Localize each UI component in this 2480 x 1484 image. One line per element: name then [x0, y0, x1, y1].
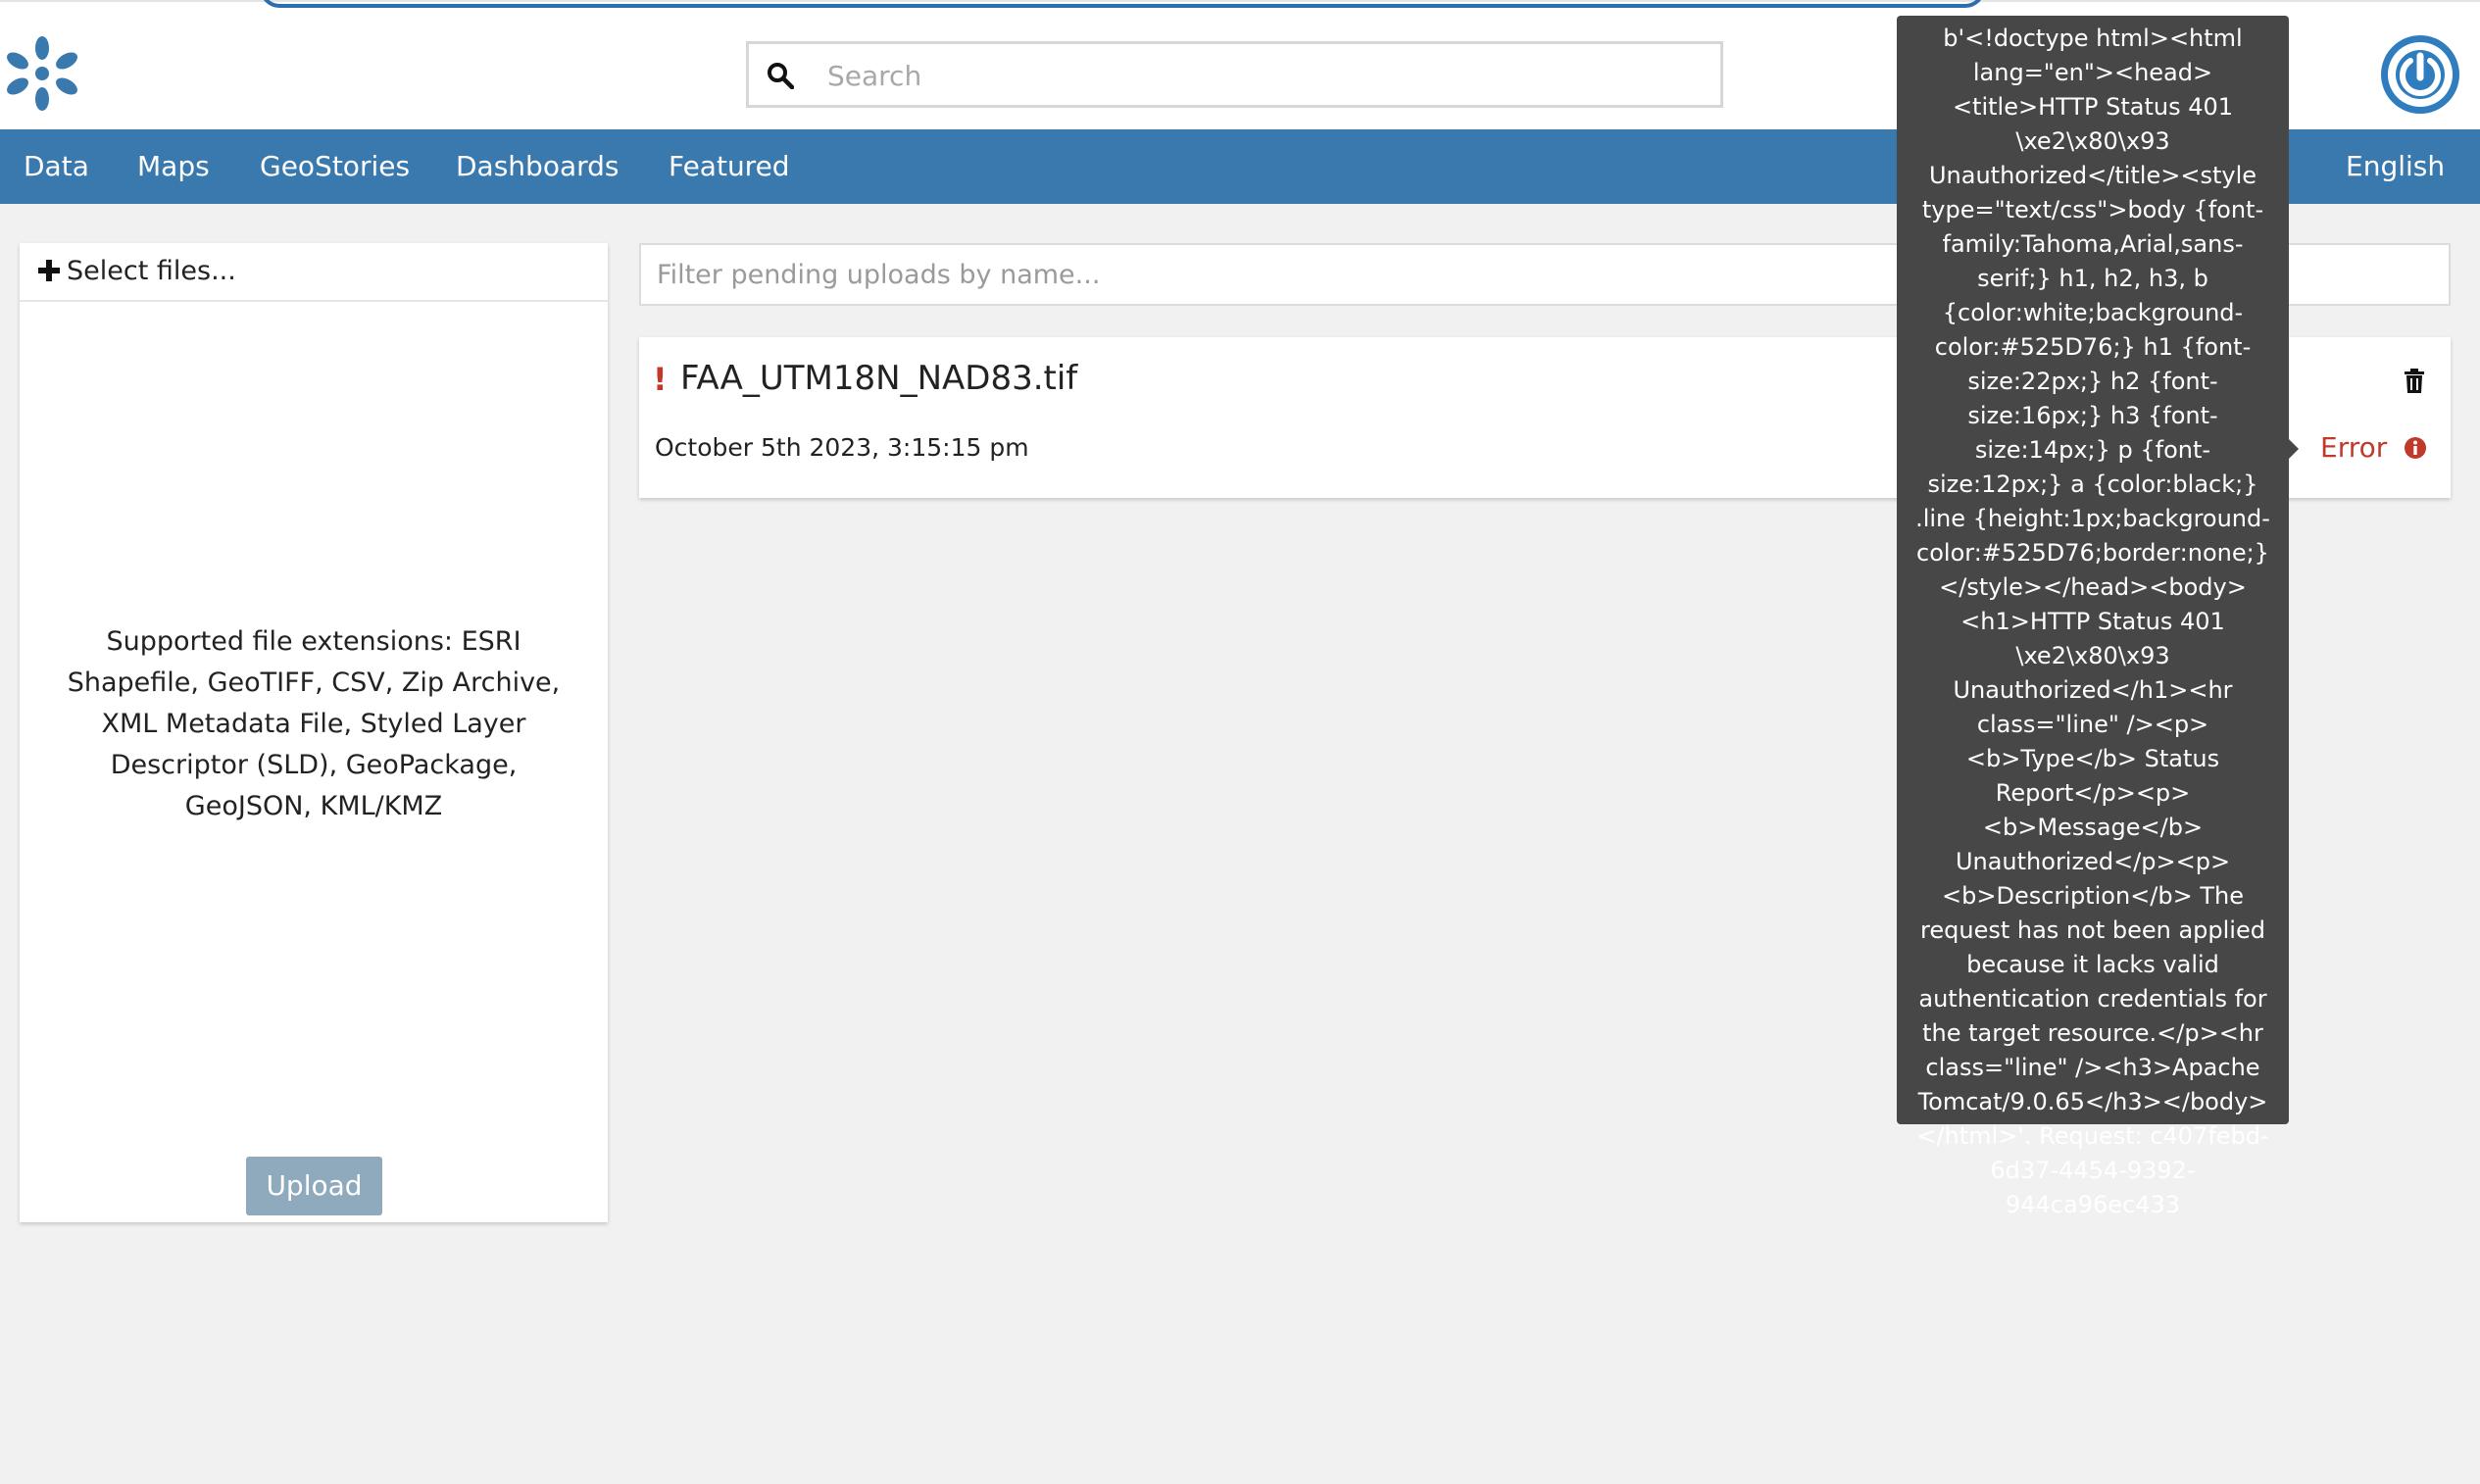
language-selector[interactable]: English [2346, 129, 2445, 204]
tooltip-text: b'<!doctype html><html lang="en"><head><… [1915, 25, 2270, 1218]
plus-icon [38, 260, 60, 281]
select-files-label: Select files... [67, 256, 236, 286]
info-circle-icon[interactable] [2404, 436, 2427, 460]
asterisk-logo-icon[interactable] [4, 34, 80, 113]
nav-item-maps[interactable]: Maps [137, 129, 210, 204]
warning-exclamation-icon: ! [653, 361, 668, 398]
error-details-tooltip: b'<!doctype html><html lang="en"><head><… [1897, 16, 2289, 1218]
error-status-label: Error [2320, 431, 2388, 464]
upload-button[interactable]: Upload [246, 1157, 382, 1215]
search-icon[interactable] [767, 62, 794, 89]
nav-item-featured[interactable]: Featured [669, 129, 790, 204]
upload-date: October 5th 2023, 3:15:15 pm [655, 433, 1029, 462]
supported-extensions-text: Supported file extensions: ESRI Shapefil… [67, 626, 561, 821]
upload-status-error[interactable]: Error [2320, 431, 2427, 464]
nav-item-geostories[interactable]: GeoStories [260, 129, 410, 204]
scroll-indicator [260, 0, 1985, 8]
nav-item-dashboards[interactable]: Dashboards [456, 129, 620, 204]
nav-item-data[interactable]: Data [24, 129, 89, 204]
select-files-button[interactable]: Select files... [20, 243, 608, 302]
upload-file-name: FAA_UTM18N_NAD83.tif [680, 359, 1078, 398]
trash-icon[interactable] [2404, 369, 2425, 394]
search-box [746, 41, 1723, 108]
tooltip-arrow [2289, 439, 2299, 459]
power-icon[interactable] [2380, 34, 2460, 115]
search-input[interactable] [825, 44, 1692, 107]
upload-dropzone-panel[interactable]: Select files... Supported file extension… [20, 243, 608, 1222]
